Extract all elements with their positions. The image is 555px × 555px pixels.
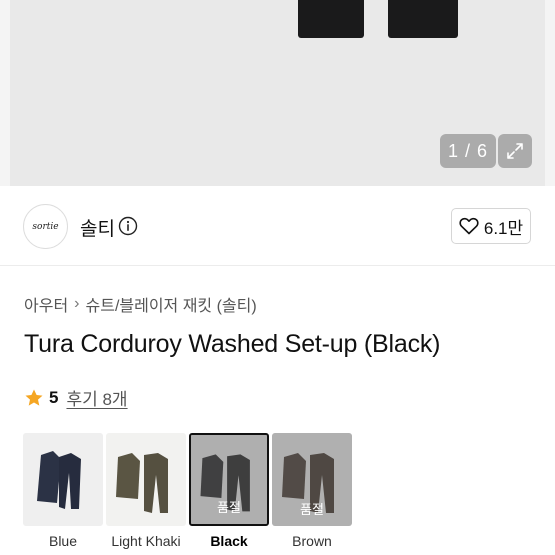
- option-thumbnail: 품절: [189, 433, 269, 526]
- expand-image-button[interactable]: [498, 134, 532, 168]
- option-thumbnail: [23, 433, 103, 526]
- reviews-link[interactable]: 후기 8개: [66, 385, 127, 410]
- breadcrumb: 아우터 › 슈트/블레이저 재킷 (솔티): [24, 292, 257, 316]
- like-button[interactable]: 6.1만: [451, 208, 531, 244]
- expand-icon: [507, 143, 523, 159]
- rating-score: 5: [49, 387, 59, 407]
- product-image-gallery[interactable]: 1 / 6: [0, 0, 555, 186]
- seller-row: sortie 솔티 6.1만: [0, 186, 555, 266]
- sold-out-label: 품절: [217, 500, 241, 515]
- option-brown[interactable]: 품절 Brown: [272, 433, 352, 549]
- chevron-right-icon: ›: [74, 295, 80, 312]
- option-black[interactable]: 품절 Black: [189, 433, 269, 549]
- option-label: Brown: [292, 533, 332, 549]
- seller-logo-text: sortie: [32, 221, 59, 232]
- suit-image-blue: [37, 451, 81, 509]
- breadcrumb-item-outer[interactable]: 아우터: [24, 292, 68, 316]
- product-title: Tura Corduroy Washed Set-up (Black): [24, 330, 441, 358]
- info-icon[interactable]: [118, 216, 138, 236]
- option-blue[interactable]: Blue: [23, 433, 103, 549]
- image-counter: 1 / 6: [440, 134, 496, 168]
- breadcrumb-item-suit-jacket[interactable]: 슈트/블레이저 재킷 (솔티): [86, 292, 257, 316]
- previous-image-peek: [0, 0, 10, 186]
- next-image-peek: [545, 0, 555, 186]
- option-thumbnail: 품절: [272, 433, 352, 526]
- product-photo-right-leg: [388, 0, 458, 38]
- seller-name[interactable]: 솔티: [80, 214, 115, 241]
- star-icon: [25, 389, 43, 406]
- heart-icon: [459, 217, 479, 235]
- product-photo-left-leg: [298, 0, 364, 38]
- like-count: 6.1만: [483, 218, 524, 238]
- suit-image-light-khaki: [116, 453, 168, 513]
- option-light-khaki[interactable]: Light Khaki: [106, 433, 186, 549]
- seller-avatar[interactable]: sortie: [23, 204, 68, 249]
- rating-summary: 5 후기 8개: [24, 385, 128, 410]
- option-thumbnail: [106, 433, 186, 526]
- sold-out-label: 품절: [300, 502, 324, 517]
